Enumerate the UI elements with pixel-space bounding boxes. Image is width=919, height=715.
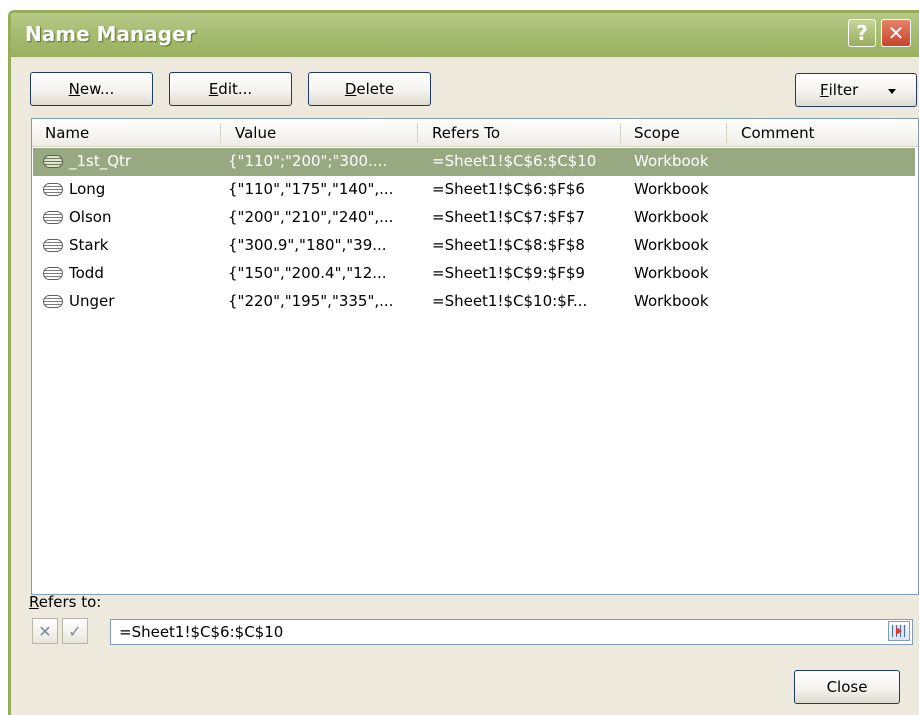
list-row-long[interactable]: Long {"110","175","140",... =Sheet1!$C$6… [33,176,915,204]
column-divider[interactable] [620,123,621,143]
refers-to-value: =Sheet1!$C$6:$C$10 [119,623,284,641]
refers-to-accel: R [29,593,39,611]
close-button[interactable]: Close [794,670,900,704]
edit-button-label: dit... [218,80,253,98]
close-button-label: Close [826,678,868,696]
column-header-comment[interactable]: Comment [741,124,815,142]
list-header: Name Value Refers To Scope Comment [32,119,918,147]
named-range-icon [43,295,63,308]
refers-to-label: Refers to: [29,593,101,611]
column-header-value[interactable]: Value [235,124,276,142]
help-button[interactable]: ? [848,19,876,47]
names-list[interactable]: Name Value Refers To Scope Comment _1st_… [31,118,919,595]
filter-button-label: ilter [828,81,859,99]
list-row-unger[interactable]: Unger {"220","195","335",... =Sheet1!$C$… [33,288,915,316]
new-button-accel: N [68,80,80,98]
row-scope: Workbook [634,236,709,254]
column-header-name[interactable]: Name [45,124,89,142]
row-name: Long [69,180,106,198]
dropdown-arrow-icon [888,89,896,94]
row-refers-to: =Sheet1!$C$10:$F... [432,292,588,310]
row-value: {"110","175","140",... [228,180,394,198]
delete-button-label: elete [356,80,395,98]
row-value: {"150","200.4","12... [228,264,387,282]
row-scope: Workbook [634,264,709,282]
delete-button-accel: D [344,80,357,98]
named-range-icon [43,239,63,252]
checkmark-icon: ✓ [68,621,82,641]
column-divider[interactable] [726,123,727,143]
edit-button[interactable]: Edit... [169,72,292,106]
row-name: _1st_Qtr [69,152,132,170]
row-name: Stark [69,236,109,254]
row-name: Todd [69,264,104,282]
title-close-button[interactable]: ✕ [881,19,911,47]
refers-to-input[interactable]: =Sheet1!$C$6:$C$10 [110,619,913,645]
new-button[interactable]: New... [30,72,153,106]
list-row-1st-qtr[interactable]: _1st_Qtr {"110";"200";"300.... =Sheet1!$… [33,148,915,176]
row-value: {"300.9","180","39... [228,236,387,254]
filter-button-accel: F [820,81,829,99]
row-scope: Workbook [634,292,709,310]
named-range-icon [43,155,63,168]
row-value: {"220","195","335",... [228,292,394,310]
row-refers-to: =Sheet1!$C$7:$F$7 [432,208,585,226]
column-header-scope[interactable]: Scope [634,124,680,142]
filter-dropdown-button[interactable]: Filter [795,73,917,107]
row-refers-to: =Sheet1!$C$6:$C$10 [432,152,597,170]
delete-button[interactable]: Delete [308,72,431,106]
cancel-icon: ✕ [38,621,52,641]
title-bar[interactable]: Name Manager ? ✕ [11,13,919,57]
named-range-icon [43,183,63,196]
commit-edit-button[interactable]: ✓ [62,618,88,644]
column-header-refers-to[interactable]: Refers To [432,124,500,142]
row-value: {"110";"200";"300.... [228,152,388,170]
column-divider[interactable] [417,123,418,143]
row-scope: Workbook [634,152,709,170]
range-selector-arrow-icon [896,627,902,635]
row-refers-to: =Sheet1!$C$6:$F$6 [432,180,585,198]
cancel-edit-button[interactable]: ✕ [32,618,58,644]
help-icon: ? [856,21,868,45]
dialog-title: Name Manager [25,22,196,46]
row-refers-to: =Sheet1!$C$8:$F$8 [432,236,585,254]
column-divider[interactable] [220,123,221,143]
named-range-icon [43,267,63,280]
list-row-todd[interactable]: Todd {"150","200.4","12... =Sheet1!$C$9:… [33,260,915,288]
edit-button-accel: E [208,80,219,98]
new-button-label: ew... [79,80,115,98]
row-scope: Workbook [634,208,709,226]
row-name: Olson [69,208,112,226]
row-scope: Workbook [634,180,709,198]
name-manager-dialog: Name Manager ? ✕ New... Edit... Delete F… [8,10,919,715]
named-range-icon [43,211,63,224]
row-name: Unger [69,292,115,310]
row-value: {"200","210","240",... [228,208,394,226]
close-icon: ✕ [887,21,905,45]
list-row-stark[interactable]: Stark {"300.9","180","39... =Sheet1!$C$8… [33,232,915,260]
list-row-olson[interactable]: Olson {"200","210","240",... =Sheet1!$C$… [33,204,915,232]
collapse-dialog-button[interactable] [888,621,910,641]
refers-to-label-text: efers to: [38,593,102,611]
row-refers-to: =Sheet1!$C$9:$F$9 [432,264,585,282]
